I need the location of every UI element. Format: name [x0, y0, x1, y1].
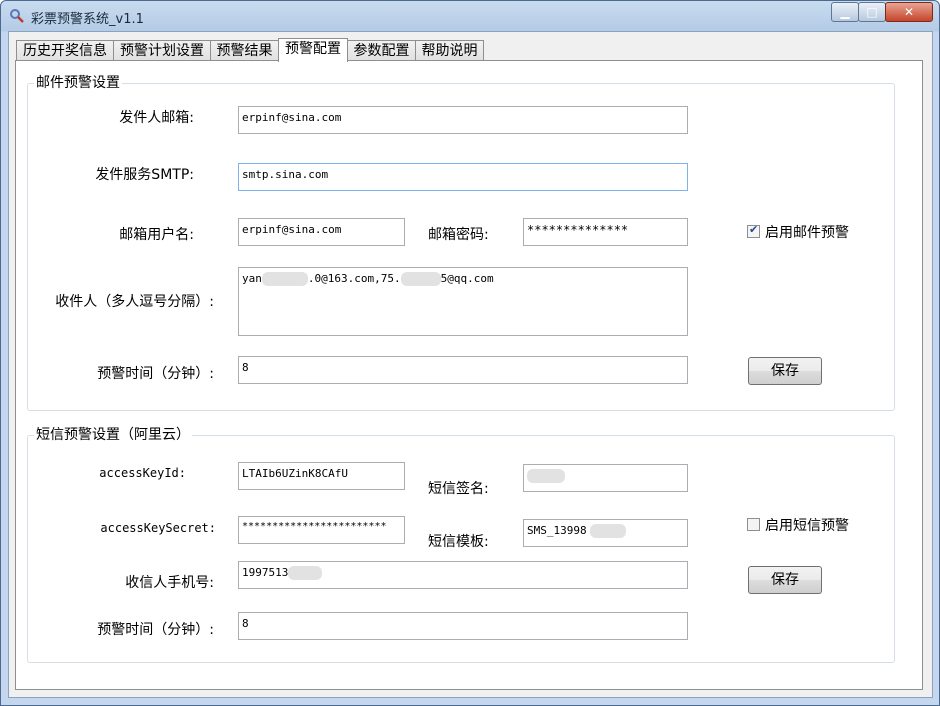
close-icon: ✕: [903, 5, 915, 19]
tab-results[interactable]: 预警结果: [210, 40, 279, 61]
email-password-label: 邮箱密码:: [428, 227, 489, 243]
recipients-text-middle: .0@163.com,75.: [307, 272, 401, 285]
minimize-icon: ▁: [840, 5, 850, 19]
tab-history[interactable]: 历史开奖信息: [16, 40, 114, 61]
sms-sign-input[interactable]: [523, 464, 688, 492]
recipients-text-start: yan: [242, 272, 262, 285]
smtp-input[interactable]: smtp.sina.com: [238, 163, 688, 191]
enable-email-alert-checkbox[interactable]: ✔ 启用邮件预警: [747, 222, 849, 242]
sender-email-label: 发件人邮箱:: [119, 110, 194, 126]
email-password-input[interactable]: **************: [523, 218, 688, 246]
sms-time-label: 预警时间（分钟）:: [97, 622, 214, 638]
smtp-label: 发件服务SMTP:: [95, 167, 194, 183]
tab-parameters[interactable]: 参数配置: [347, 40, 416, 61]
email-save-button[interactable]: 保存: [748, 357, 822, 385]
email-username-input[interactable]: erpinf@sina.com: [238, 218, 405, 246]
enable-sms-alert-checkbox[interactable]: 启用短信预警: [747, 515, 849, 535]
redacted-mark: [400, 272, 441, 286]
title-bar[interactable]: 彩票预警系统_v1.1 ▁ □ ✕: [1, 1, 939, 31]
client-area: 历史开奖信息 预警计划设置 预警结果 预警配置 参数配置 帮助说明 邮件预警设置…: [8, 31, 933, 698]
email-username-label: 邮箱用户名:: [119, 227, 194, 243]
recipients-label: 收件人（多人逗号分隔）:: [55, 294, 214, 310]
sms-template-label: 短信模板:: [428, 534, 489, 550]
sender-email-input[interactable]: erpinf@sina.com: [238, 106, 688, 134]
sms-save-button[interactable]: 保存: [748, 566, 822, 594]
app-window: 彩票预警系统_v1.1 ▁ □ ✕ 历史开奖信息 预警计划设置 预警结果 预警配…: [0, 0, 940, 706]
access-key-secret-input[interactable]: ************************: [238, 516, 405, 544]
sms-template-text: SMS_13998: [527, 524, 587, 537]
recipients-text-end: 5@qq.com: [440, 272, 494, 285]
maximize-button[interactable]: □: [858, 2, 886, 22]
window-title: 彩票预警系统_v1.1: [31, 12, 144, 27]
sms-sign-label: 短信签名:: [428, 481, 489, 497]
tab-plan-settings[interactable]: 预警计划设置: [113, 40, 211, 61]
phone-text: 1997513: [242, 566, 289, 579]
phone-label: 收信人手机号:: [125, 575, 214, 591]
maximize-icon: □: [866, 5, 878, 19]
phone-input[interactable]: 1997513: [238, 561, 688, 589]
email-time-input[interactable]: 8: [238, 356, 688, 384]
enable-email-alert-label: 启用邮件预警: [765, 225, 849, 241]
access-key-id-input[interactable]: LTAIb6UZinK8CAfU: [238, 462, 405, 490]
sms-time-input[interactable]: 8: [238, 612, 688, 640]
tab-help[interactable]: 帮助说明: [415, 40, 484, 61]
redacted-mark: [527, 469, 565, 483]
checkbox-checked-icon: ✔: [747, 223, 760, 238]
tab-alert-config[interactable]: 预警配置: [278, 38, 348, 62]
alert-config-page: 邮件预警设置 发件人邮箱: erpinf@sina.com 发件服务SMTP: …: [15, 60, 923, 690]
sms-group-title: 短信预警设置（阿里云）: [34, 426, 192, 444]
redacted-mark: [261, 272, 308, 286]
minimize-button[interactable]: ▁: [831, 2, 859, 22]
email-time-label: 预警时间（分钟）:: [97, 366, 214, 382]
recipients-input[interactable]: yan .0@163.com,75. 5@qq.com: [238, 267, 688, 336]
redacted-mark: [589, 524, 626, 538]
access-key-secret-label: accessKeySecret:: [100, 521, 216, 535]
app-icon: [10, 9, 24, 23]
email-group-title: 邮件预警设置: [34, 74, 122, 92]
close-button[interactable]: ✕: [885, 2, 933, 22]
enable-sms-alert-label: 启用短信预警: [765, 518, 849, 534]
redacted-mark: [288, 566, 323, 580]
checkbox-unchecked-icon: [747, 518, 760, 531]
sms-template-input[interactable]: SMS_13998: [523, 519, 688, 547]
access-key-id-label: accessKeyId:: [99, 466, 186, 480]
